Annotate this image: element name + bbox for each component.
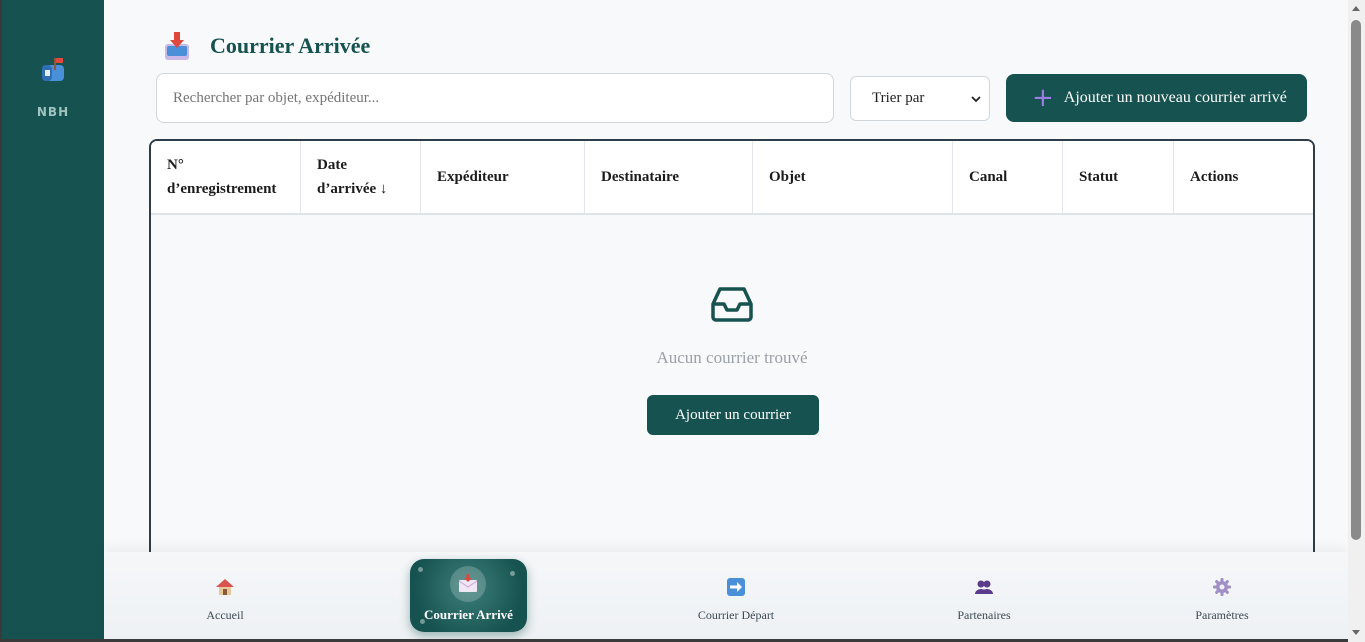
scroll-up-arrow-icon[interactable] xyxy=(1352,6,1360,11)
page-title: Courrier Arrivée xyxy=(210,33,371,58)
nav-item-accueil[interactable]: Accueil xyxy=(155,552,295,639)
nav-item-parametres[interactable]: Paramètres xyxy=(1152,552,1292,639)
inbox-tray-icon xyxy=(165,32,189,60)
empty-inbox-icon xyxy=(711,287,753,322)
sort-select-value: Trier par xyxy=(872,90,925,106)
column-header-actions: Actions xyxy=(1190,169,1239,185)
scroll-down-arrow-icon[interactable] xyxy=(1352,630,1360,635)
column-header-objet[interactable]: Objet xyxy=(753,141,953,213)
nav-item-partenaires[interactable]: Partenaires xyxy=(914,552,1054,639)
decorative-dot xyxy=(510,571,515,576)
incoming-envelope-icon xyxy=(458,574,478,592)
add-courrier-button[interactable]: Ajouter un courrier xyxy=(647,395,819,435)
mailbox-icon[interactable] xyxy=(38,54,70,86)
add-new-courrier-button[interactable]: + Ajouter un nouveau courrier arrivé xyxy=(1006,74,1307,122)
bottom-nav: Accueil Courrier Arrivé Courrier Départ xyxy=(104,552,1348,639)
column-header-canal[interactable]: Canal xyxy=(953,141,1063,213)
nav-item-courrier-depart[interactable]: Courrier Départ xyxy=(666,552,806,639)
plus-icon: + xyxy=(1032,83,1054,113)
house-icon xyxy=(216,579,234,595)
right-arrow-icon xyxy=(727,578,745,596)
empty-state-message: Aucun courrier trouvé xyxy=(656,348,808,367)
column-header-destinataire[interactable]: Destinataire xyxy=(585,141,753,213)
brand-name: NBH xyxy=(36,105,70,119)
decorative-dot xyxy=(418,567,423,572)
column-header-date[interactable]: Date d’arrivée ↓ xyxy=(301,141,421,213)
table-divider xyxy=(1313,215,1315,499)
sidebar: NBH xyxy=(2,0,104,639)
table-header: N° d’enregistrement Date d’arrivée ↓ Expéd… xyxy=(151,141,1313,215)
add-new-courrier-label: Ajouter un nouveau courrier arrivé xyxy=(1063,89,1287,106)
column-header-expediteur[interactable]: Expéditeur xyxy=(421,141,585,213)
vertical-scrollbar[interactable] xyxy=(1348,0,1365,642)
chevron-down-icon xyxy=(971,95,981,102)
people-icon xyxy=(975,580,993,594)
app-window: NBH Courrier Arrivée Trier par + Ajouter… xyxy=(2,0,1348,639)
column-header-numero[interactable]: N° d’enregistrement xyxy=(151,141,301,213)
search-input[interactable] xyxy=(156,73,834,123)
gear-icon xyxy=(1213,578,1231,596)
column-header-statut[interactable]: Statut xyxy=(1063,141,1174,213)
nav-item-courrier-arrive[interactable]: Courrier Arrivé xyxy=(410,559,527,632)
sort-select[interactable]: Trier par xyxy=(850,76,990,121)
scrollbar-thumb[interactable] xyxy=(1351,20,1361,540)
